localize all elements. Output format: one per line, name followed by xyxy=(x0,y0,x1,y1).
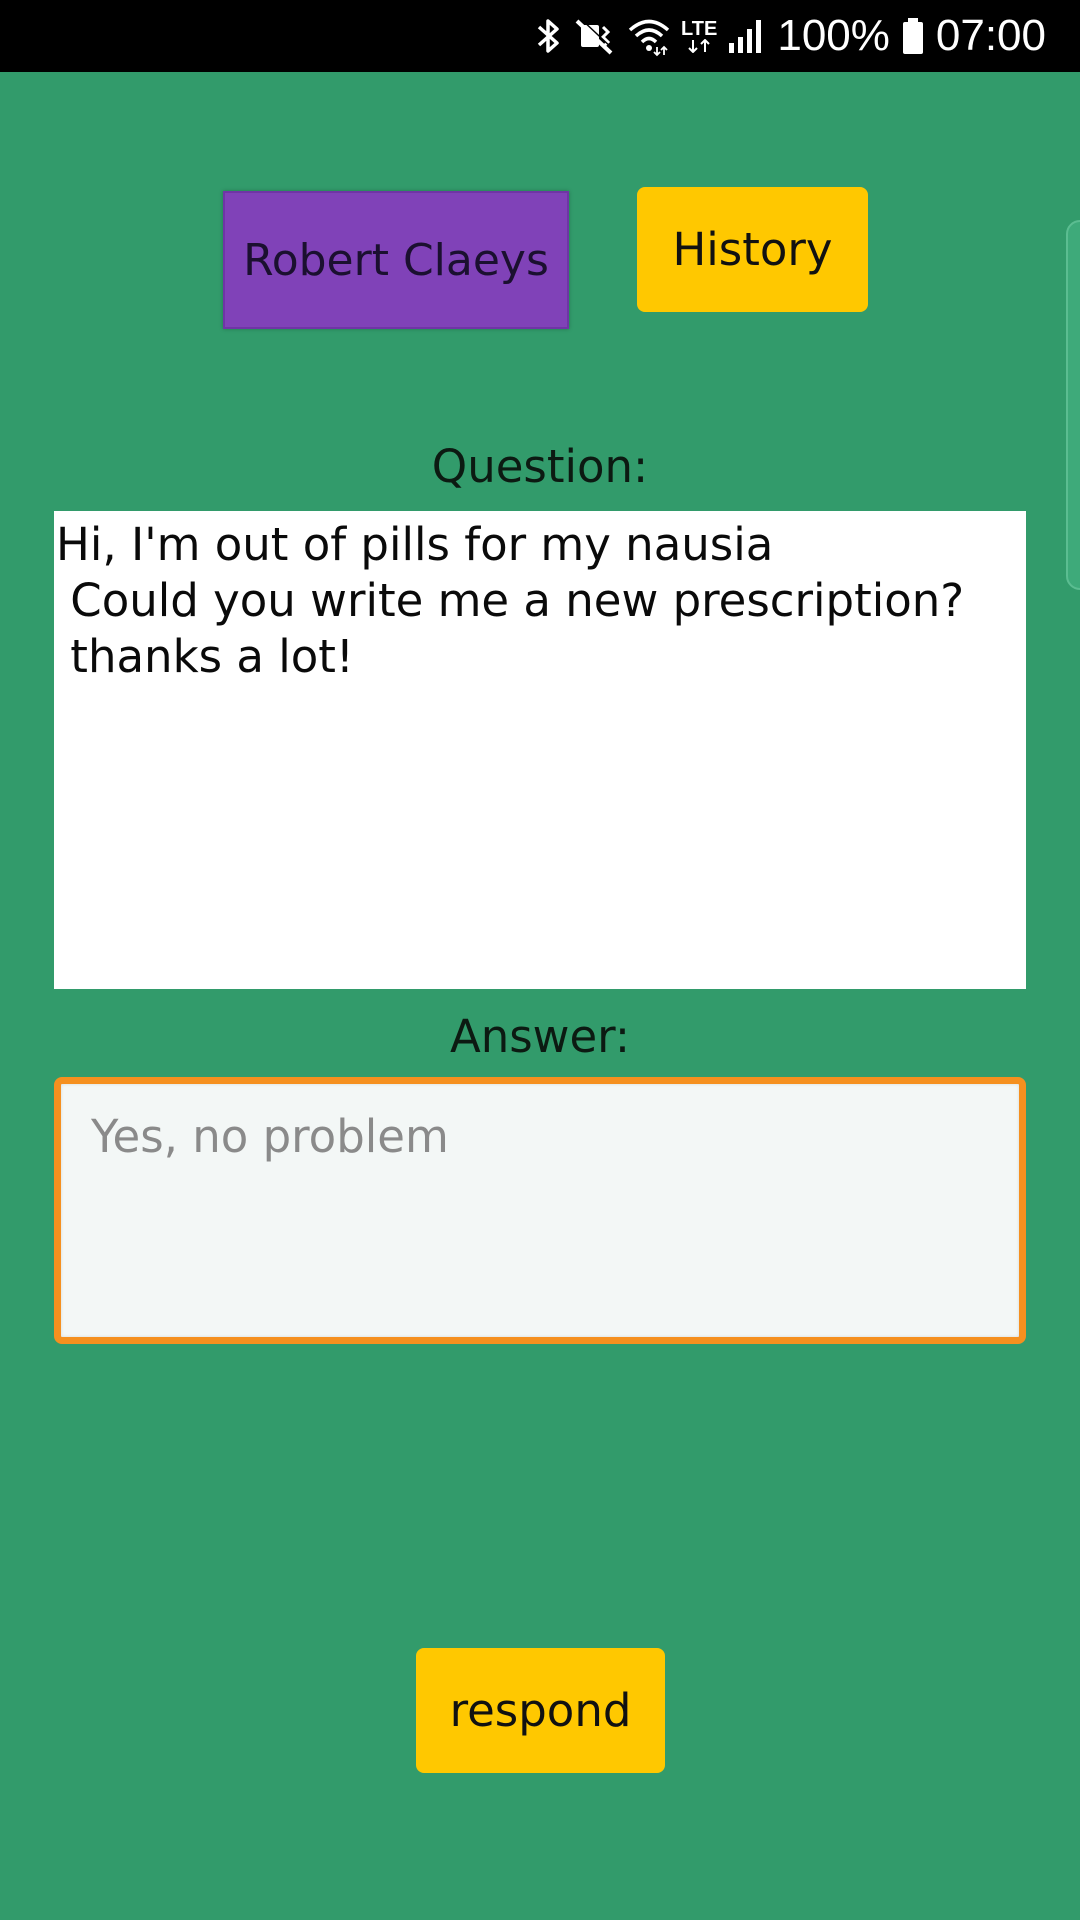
wifi-icon xyxy=(627,0,671,72)
history-button[interactable]: History xyxy=(637,187,868,312)
respond-button[interactable]: respond xyxy=(416,1648,665,1773)
battery-icon xyxy=(900,0,926,72)
answer-input[interactable] xyxy=(91,1110,989,1311)
bluetooth-icon xyxy=(535,0,563,72)
status-bar: LTE 100% 07:00 xyxy=(0,0,1080,72)
answer-field-container xyxy=(54,1077,1026,1344)
lte-icon: LTE xyxy=(681,0,717,72)
question-line: Hi, I'm out of pills for my nausia xyxy=(56,518,774,571)
edge-panel-handle[interactable] xyxy=(1066,220,1080,590)
clock: 07:00 xyxy=(935,11,1046,60)
vibrate-mute-icon xyxy=(573,0,617,72)
question-label: Question: xyxy=(431,440,649,493)
battery-percent: 100% xyxy=(777,11,890,60)
screen: LTE 100% 07:00 Robert Claeys History Que… xyxy=(0,0,1080,1920)
question-text-box: Hi, I'm out of pills for my nausia Could… xyxy=(54,511,1026,989)
lte-label: LTE xyxy=(681,18,718,40)
answer-label: Answer: xyxy=(449,1010,631,1063)
patient-name-button[interactable]: Robert Claeys xyxy=(223,191,569,329)
question-line: thanks a lot! xyxy=(56,630,354,683)
signal-icon xyxy=(727,0,767,72)
question-line: Could you write me a new prescription? xyxy=(56,574,965,627)
